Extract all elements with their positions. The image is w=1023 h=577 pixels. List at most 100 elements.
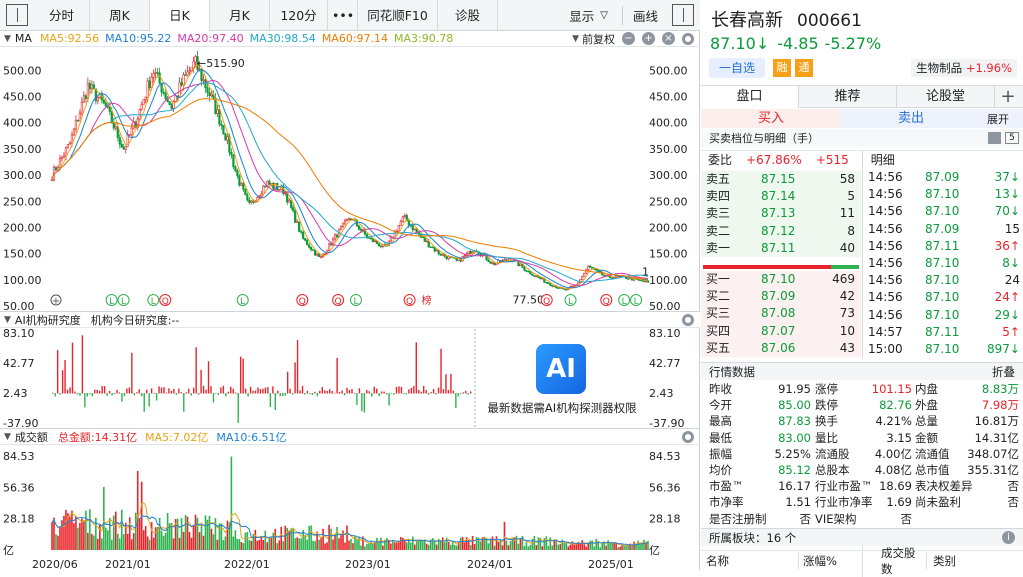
tab-120min[interactable]: 120分 (270, 0, 328, 31)
tick-row[interactable]: 14:56 87.10 24 (863, 272, 1023, 289)
candle-body (190, 67, 193, 72)
volume-bar (557, 544, 560, 550)
bid-row[interactable]: 买五 87.06 43 (701, 340, 861, 357)
bid-row[interactable]: 买四 87.07 10 (701, 323, 861, 340)
ai-bar (101, 386, 103, 394)
adjust-mode[interactable]: 前复权 (582, 31, 615, 47)
volume-bar (164, 532, 167, 550)
buy-button[interactable]: 买入 (701, 109, 841, 128)
ai-permission-note[interactable]: 最新数据需AI机构探测器权限 (476, 400, 648, 416)
col-volume[interactable]: 成交股数 (862, 544, 926, 577)
volume-bar (198, 532, 201, 550)
tab-daily[interactable]: 日K (150, 0, 210, 31)
volume-bar (232, 536, 235, 550)
ai-bar (126, 388, 128, 394)
tick-row[interactable]: 14:56 87.09 15 (863, 221, 1023, 238)
volume-axis-label-right: 28.18 (649, 513, 681, 526)
tick-row[interactable]: 14:56 87.11 36↑ (863, 238, 1023, 255)
ai-bar (371, 393, 373, 397)
collapse-arrow-icon[interactable]: ▼ (4, 34, 11, 44)
candle-body (557, 287, 560, 289)
calendar-icon[interactable] (988, 132, 1001, 144)
volume-bar (85, 510, 87, 550)
volume-bar (61, 520, 63, 550)
volume-bar (210, 528, 213, 550)
sidebar-toggle-icon[interactable] (6, 4, 28, 26)
volume-bar (461, 536, 464, 550)
col-change[interactable]: 涨幅% (798, 552, 862, 569)
add-tab-icon[interactable]: + (995, 86, 1021, 108)
plus-icon[interactable]: + (642, 32, 655, 45)
close-icon[interactable]: × (662, 32, 675, 45)
ask-row[interactable]: 卖二 87.12 8 (701, 223, 861, 240)
volume-bar (449, 544, 452, 550)
gear-icon[interactable] (682, 430, 694, 443)
tab-recommend[interactable]: 推荐 (799, 86, 897, 108)
ask-volume: 5 (847, 189, 855, 204)
tab-intraday[interactable]: 分时 (34, 0, 90, 31)
connect-tag[interactable]: 通 (795, 59, 813, 77)
ai-bar (442, 389, 445, 394)
add-watchlist-button[interactable]: 一自选 (709, 58, 765, 78)
ask-row[interactable]: 卖一 87.11 40 (701, 240, 861, 257)
info-icon[interactable]: i (1002, 531, 1015, 544)
volume-bar (585, 546, 588, 550)
sector-badge[interactable]: 生物制品 +1.96% (911, 59, 1017, 77)
chevron-down-icon[interactable]: ▽ (600, 10, 608, 21)
ask-row[interactable]: 卖五 87.15 58 (701, 171, 861, 188)
tab-monthly[interactable]: 月K (210, 0, 270, 31)
tab-weekly[interactable]: 周K (90, 0, 150, 31)
more-periods-button[interactable]: ••• (328, 0, 358, 31)
tick-row[interactable]: 14:57 87.11 5↑ (863, 324, 1023, 341)
tab-handicap[interactable]: 盘口 (701, 86, 799, 108)
volume-bar (595, 539, 597, 550)
ai-badge-icon[interactable]: AI (536, 344, 586, 394)
margin-tag[interactable]: 融 (773, 59, 791, 77)
tab-forum[interactable]: 论股堂 (897, 86, 995, 108)
candle-body (553, 285, 556, 288)
col-category[interactable]: 类别 (926, 552, 956, 569)
diagnose-button[interactable]: 诊股 (438, 0, 498, 31)
quote-field-value: 4.08亿 (874, 462, 912, 477)
sell-button[interactable]: 卖出 (841, 109, 981, 128)
ask-row[interactable]: 卖四 87.14 5 (701, 188, 861, 205)
tick-row[interactable]: 14:56 87.10 8↓ (863, 255, 1023, 272)
volume-bar (545, 536, 548, 550)
ask-row[interactable]: 卖三 87.13 11 (701, 205, 861, 222)
bid-row[interactable]: 买一 87.10 469 (701, 271, 861, 288)
tick-row[interactable]: 14:56 87.10 24↑ (863, 289, 1023, 306)
volume-bar (535, 545, 538, 550)
trade-buttons: 买入 卖出 (701, 109, 1023, 128)
tick-time: 14:56 (868, 204, 903, 219)
volume-bar (641, 543, 643, 550)
tick-row[interactable]: 15:00 87.10 897↓ (863, 341, 1023, 358)
volume-bar (352, 543, 354, 550)
fold-button[interactable]: 折叠 (992, 364, 1015, 380)
level-badge[interactable]: 5 (1005, 132, 1019, 144)
volume-bar (282, 541, 285, 550)
f10-button[interactable]: 同花顺F10 (358, 0, 438, 31)
gear-icon[interactable] (682, 32, 694, 45)
panel-toggle-icon[interactable] (672, 4, 694, 26)
candle-body (288, 199, 291, 203)
tick-row[interactable]: 14:56 87.10 29↓ (863, 307, 1023, 324)
candlestick-chart[interactable]: 500.00 450.00 400.00 350.00 300.00 250.00 200.… (0, 48, 700, 310)
col-name[interactable]: 名称 (706, 553, 798, 569)
dropdown-arrow-icon[interactable]: ▼ (572, 34, 579, 44)
volume-bar (439, 541, 442, 550)
tick-row[interactable]: 14:56 87.09 37↓ (863, 169, 1023, 186)
gear-icon[interactable] (682, 313, 694, 326)
collapse-arrow-icon[interactable]: ▼ (4, 315, 11, 325)
tick-row[interactable]: 14:56 87.10 70↓ (863, 203, 1023, 220)
draw-button[interactable]: 画线 (621, 5, 658, 25)
tick-row[interactable]: 14:56 87.10 13↓ (863, 186, 1023, 203)
display-menu[interactable]: 显示 (569, 6, 594, 25)
collapse-arrow-icon[interactable]: ▼ (4, 432, 11, 442)
volume-chart: 84.53 56.36 28.18 亿 84.53 56.36 28.18 亿 2020/06 2… (3, 450, 681, 570)
volume-bar (579, 543, 582, 550)
bid-row[interactable]: 买三 87.08 73 (701, 305, 861, 322)
tick-detail-list[interactable]: 14:56 87.09 37↓ 14:56 87.10 13↓ 14:56 87.10 70↓ 1… (862, 169, 1023, 359)
minus-icon[interactable]: − (622, 32, 635, 45)
expand-button[interactable]: 展开 (987, 111, 1009, 127)
bid-row[interactable]: 买二 87.09 42 (701, 288, 861, 305)
